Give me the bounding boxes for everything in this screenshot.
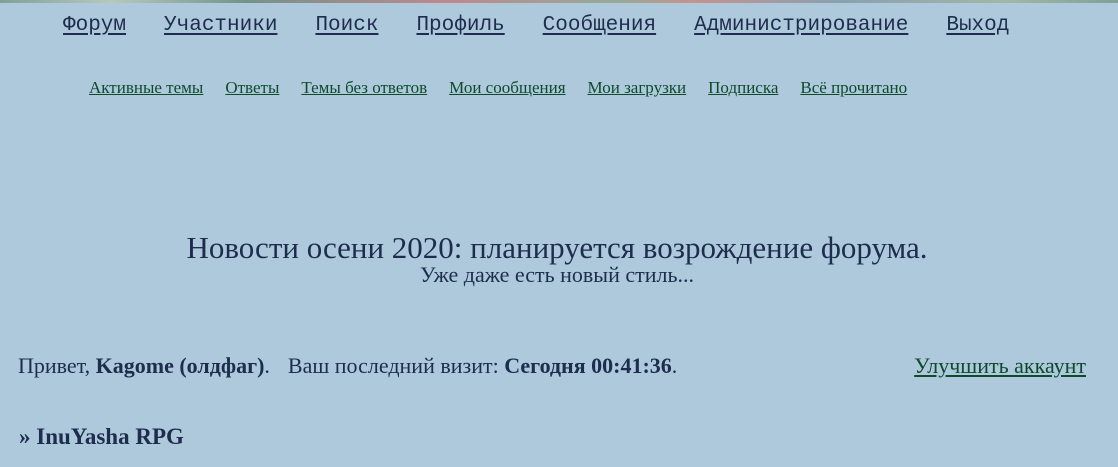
announcement-title: Новости осени 2020: планируется возрожде… (186, 230, 928, 265)
nav-logout-link[interactable]: Выход (946, 14, 1009, 37)
subscriptions-link[interactable]: Подписка (708, 78, 778, 98)
nav-forum-link[interactable]: Форум (63, 14, 126, 37)
nav-search-link[interactable]: Поиск (315, 14, 378, 37)
my-uploads-link[interactable]: Мои загрузки (588, 78, 687, 98)
forum-title-link[interactable]: InuYasha RPG (36, 424, 184, 449)
active-topics-link[interactable]: Активные темы (89, 78, 203, 98)
last-visit-period: . (671, 353, 678, 378)
welcome-line: Привет, Kagome (олдфаг). Ваш последний ви… (18, 353, 677, 379)
top-decorative-strip (0, 0, 1118, 3)
username: Kagome (олдфаг) (95, 353, 265, 378)
last-visit-value: Сегодня 00:41:36 (504, 353, 672, 378)
unanswered-topics-link[interactable]: Темы без ответов (301, 78, 427, 98)
upgrade-account-link[interactable]: Улучшить аккаунт (914, 353, 1086, 379)
greeting-text: Привет, (18, 353, 91, 378)
nav-members-link[interactable]: Участники (164, 14, 277, 37)
secondary-navigation: Активные темы Ответы Темы без ответов Мо… (89, 78, 907, 98)
last-visit-label: Ваш последний визит: (287, 353, 499, 378)
nav-admin-link[interactable]: Администрирование (694, 14, 908, 37)
replies-link[interactable]: Ответы (225, 78, 279, 98)
nav-profile-link[interactable]: Профиль (416, 14, 504, 37)
announcement-banner: Новости осени 2020: планируется возрожде… (0, 232, 1114, 286)
username-period: . (264, 353, 270, 378)
announcement-subtitle: Уже даже есть новый стиль... (419, 262, 695, 287)
main-navigation: Форум Участники Поиск Профиль Сообщения … (63, 14, 1009, 37)
mark-all-read-link[interactable]: Всё прочитано (800, 78, 907, 98)
my-posts-link[interactable]: Мои сообщения (449, 78, 565, 98)
breadcrumb-arrow: » (19, 424, 31, 449)
breadcrumb: » InuYasha RPG (19, 424, 184, 450)
nav-messages-link[interactable]: Сообщения (543, 14, 656, 37)
